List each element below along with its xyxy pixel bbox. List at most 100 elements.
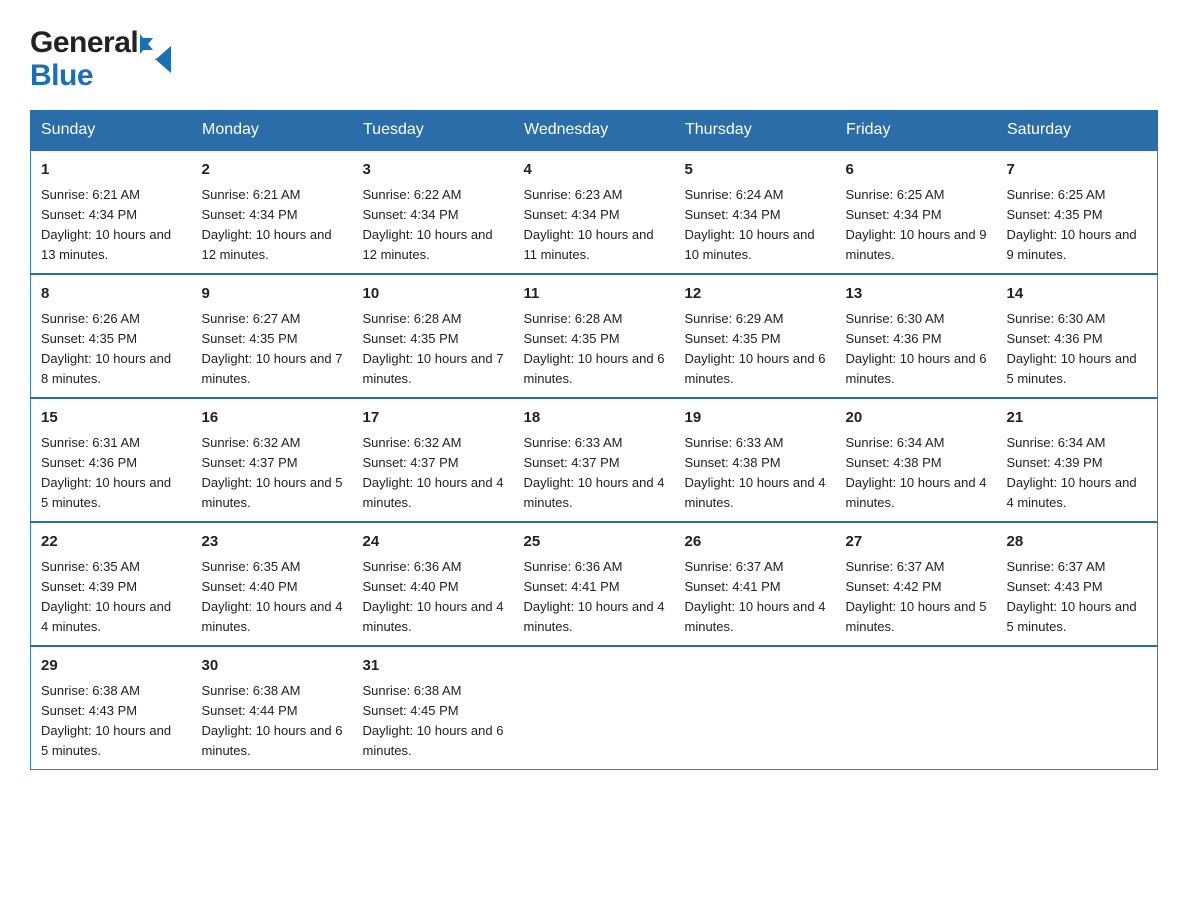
day-number: 10 xyxy=(363,283,504,306)
header-friday: Friday xyxy=(836,111,997,151)
day-info: Sunrise: 6:28 AMSunset: 4:35 PMDaylight:… xyxy=(363,309,504,390)
day-info: Sunrise: 6:35 AMSunset: 4:39 PMDaylight:… xyxy=(41,557,182,638)
calendar-cell: 29 Sunrise: 6:38 AMSunset: 4:43 PMDayligh… xyxy=(31,646,192,770)
day-info: Sunrise: 6:23 AMSunset: 4:34 PMDaylight:… xyxy=(524,185,665,266)
calendar-cell: 10 Sunrise: 6:28 AMSunset: 4:35 PMDayligh… xyxy=(353,274,514,398)
day-info: Sunrise: 6:36 AMSunset: 4:40 PMDaylight:… xyxy=(363,557,504,638)
calendar-cell: 8Sunrise: 6:26 AMSunset: 4:35 PMDaylight… xyxy=(31,274,192,398)
calendar-cell: 30 Sunrise: 6:38 AMSunset: 4:44 PMDayligh… xyxy=(192,646,353,770)
calendar-cell: 23 Sunrise: 6:35 AMSunset: 4:40 PMDayligh… xyxy=(192,522,353,646)
calendar-cell: 6Sunrise: 6:25 AMSunset: 4:34 PMDaylight… xyxy=(836,150,997,274)
calendar-cell: 14 Sunrise: 6:30 AMSunset: 4:36 PMDayligh… xyxy=(997,274,1158,398)
calendar-cell: 2 Sunrise: 6:21 AMSunset: 4:34 PMDaylight… xyxy=(192,150,353,274)
day-info: Sunrise: 6:30 AMSunset: 4:36 PMDaylight:… xyxy=(846,309,987,390)
calendar-cell: 3 Sunrise: 6:22 AMSunset: 4:34 PMDaylight… xyxy=(353,150,514,274)
calendar-cell: 1 Sunrise: 6:21 AMSunset: 4:34 PMDaylight… xyxy=(31,150,192,274)
day-number: 17 xyxy=(363,407,504,430)
day-info: Sunrise: 6:38 AMSunset: 4:44 PMDaylight:… xyxy=(202,681,343,762)
day-number: 28 xyxy=(1007,531,1148,554)
day-number: 27 xyxy=(846,531,987,554)
calendar-cell: 24Sunrise: 6:36 AMSunset: 4:40 PMDayligh… xyxy=(353,522,514,646)
day-info: Sunrise: 6:25 AMSunset: 4:34 PMDaylight:… xyxy=(846,185,987,266)
day-info: Sunrise: 6:30 AMSunset: 4:36 PMDaylight:… xyxy=(1007,309,1148,390)
logo: General Blue xyxy=(30,20,171,92)
day-number: 25 xyxy=(524,531,665,554)
day-info: Sunrise: 6:27 AMSunset: 4:35 PMDaylight:… xyxy=(202,309,343,390)
calendar-cell: 12 Sunrise: 6:29 AMSunset: 4:35 PMDayligh… xyxy=(675,274,836,398)
calendar-cell xyxy=(836,646,997,770)
day-number: 22 xyxy=(41,531,182,554)
header-sunday: Sunday xyxy=(31,111,192,151)
logo-blue: Blue xyxy=(30,59,153,92)
day-info: Sunrise: 6:34 AMSunset: 4:39 PMDaylight:… xyxy=(1007,433,1148,514)
day-number: 7 xyxy=(1007,159,1148,182)
day-number: 2 xyxy=(202,159,343,182)
calendar-header-row: SundayMondayTuesdayWednesdayThursdayFrid… xyxy=(31,111,1158,151)
day-number: 20 xyxy=(846,407,987,430)
day-number: 31 xyxy=(363,655,504,678)
day-number: 11 xyxy=(524,283,665,306)
calendar-week-row: 1 Sunrise: 6:21 AMSunset: 4:34 PMDaylight… xyxy=(31,150,1158,274)
day-number: 15 xyxy=(41,407,182,430)
day-info: Sunrise: 6:29 AMSunset: 4:35 PMDaylight:… xyxy=(685,309,826,390)
calendar-cell: 28 Sunrise: 6:37 AMSunset: 4:43 PMDayligh… xyxy=(997,522,1158,646)
logo-general: General xyxy=(30,26,153,59)
day-number: 23 xyxy=(202,531,343,554)
day-info: Sunrise: 6:24 AMSunset: 4:34 PMDaylight:… xyxy=(685,185,826,266)
day-info: Sunrise: 6:22 AMSunset: 4:34 PMDaylight:… xyxy=(363,185,504,266)
day-info: Sunrise: 6:37 AMSunset: 4:43 PMDaylight:… xyxy=(1007,557,1148,638)
day-number: 4 xyxy=(524,159,665,182)
day-number: 21 xyxy=(1007,407,1148,430)
calendar-cell: 20Sunrise: 6:34 AMSunset: 4:38 PMDayligh… xyxy=(836,398,997,522)
header-tuesday: Tuesday xyxy=(353,111,514,151)
page-header: General Blue xyxy=(30,20,1158,92)
calendar-cell: 25 Sunrise: 6:36 AMSunset: 4:41 PMDayligh… xyxy=(514,522,675,646)
day-info: Sunrise: 6:32 AMSunset: 4:37 PMDaylight:… xyxy=(363,433,504,514)
calendar-cell: 11 Sunrise: 6:28 AMSunset: 4:35 PMDayligh… xyxy=(514,274,675,398)
day-info: Sunrise: 6:31 AMSunset: 4:36 PMDaylight:… xyxy=(41,433,182,514)
calendar-cell: 7 Sunrise: 6:25 AMSunset: 4:35 PMDaylight… xyxy=(997,150,1158,274)
calendar-cell: 19 Sunrise: 6:33 AMSunset: 4:38 PMDayligh… xyxy=(675,398,836,522)
calendar-cell: 26 Sunrise: 6:37 AMSunset: 4:41 PMDayligh… xyxy=(675,522,836,646)
day-info: Sunrise: 6:32 AMSunset: 4:37 PMDaylight:… xyxy=(202,433,343,514)
day-number: 19 xyxy=(685,407,826,430)
day-number: 26 xyxy=(685,531,826,554)
day-number: 29 xyxy=(41,655,182,678)
day-info: Sunrise: 6:35 AMSunset: 4:40 PMDaylight:… xyxy=(202,557,343,638)
day-info: Sunrise: 6:28 AMSunset: 4:35 PMDaylight:… xyxy=(524,309,665,390)
calendar-cell: 18 Sunrise: 6:33 AMSunset: 4:37 PMDayligh… xyxy=(514,398,675,522)
day-number: 3 xyxy=(363,159,504,182)
day-info: Sunrise: 6:37 AMSunset: 4:41 PMDaylight:… xyxy=(685,557,826,638)
day-number: 5 xyxy=(685,159,826,182)
day-info: Sunrise: 6:21 AMSunset: 4:34 PMDaylight:… xyxy=(41,185,182,266)
day-number: 16 xyxy=(202,407,343,430)
calendar-cell: 17 Sunrise: 6:32 AMSunset: 4:37 PMDayligh… xyxy=(353,398,514,522)
day-info: Sunrise: 6:33 AMSunset: 4:37 PMDaylight:… xyxy=(524,433,665,514)
header-saturday: Saturday xyxy=(997,111,1158,151)
calendar-week-row: 29 Sunrise: 6:38 AMSunset: 4:43 PMDayligh… xyxy=(31,646,1158,770)
day-info: Sunrise: 6:38 AMSunset: 4:45 PMDaylight:… xyxy=(363,681,504,762)
calendar-week-row: 22 Sunrise: 6:35 AMSunset: 4:39 PMDayligh… xyxy=(31,522,1158,646)
day-info: Sunrise: 6:25 AMSunset: 4:35 PMDaylight:… xyxy=(1007,185,1148,266)
day-info: Sunrise: 6:38 AMSunset: 4:43 PMDaylight:… xyxy=(41,681,182,762)
day-number: 1 xyxy=(41,159,182,182)
day-number: 14 xyxy=(1007,283,1148,306)
day-number: 9 xyxy=(202,283,343,306)
calendar-cell: 5 Sunrise: 6:24 AMSunset: 4:34 PMDaylight… xyxy=(675,150,836,274)
calendar-cell: 22 Sunrise: 6:35 AMSunset: 4:39 PMDayligh… xyxy=(31,522,192,646)
header-wednesday: Wednesday xyxy=(514,111,675,151)
calendar-table: SundayMondayTuesdayWednesdayThursdayFrid… xyxy=(30,110,1158,770)
day-number: 30 xyxy=(202,655,343,678)
calendar-cell: 4 Sunrise: 6:23 AMSunset: 4:34 PMDaylight… xyxy=(514,150,675,274)
day-info: Sunrise: 6:21 AMSunset: 4:34 PMDaylight:… xyxy=(202,185,343,266)
calendar-cell: 27Sunrise: 6:37 AMSunset: 4:42 PMDayligh… xyxy=(836,522,997,646)
day-number: 18 xyxy=(524,407,665,430)
header-thursday: Thursday xyxy=(675,111,836,151)
calendar-cell xyxy=(675,646,836,770)
calendar-cell: 21 Sunrise: 6:34 AMSunset: 4:39 PMDayligh… xyxy=(997,398,1158,522)
calendar-week-row: 15 Sunrise: 6:31 AMSunset: 4:36 PMDayligh… xyxy=(31,398,1158,522)
day-info: Sunrise: 6:33 AMSunset: 4:38 PMDaylight:… xyxy=(685,433,826,514)
calendar-cell: 13Sunrise: 6:30 AMSunset: 4:36 PMDayligh… xyxy=(836,274,997,398)
day-number: 12 xyxy=(685,283,826,306)
day-info: Sunrise: 6:36 AMSunset: 4:41 PMDaylight:… xyxy=(524,557,665,638)
